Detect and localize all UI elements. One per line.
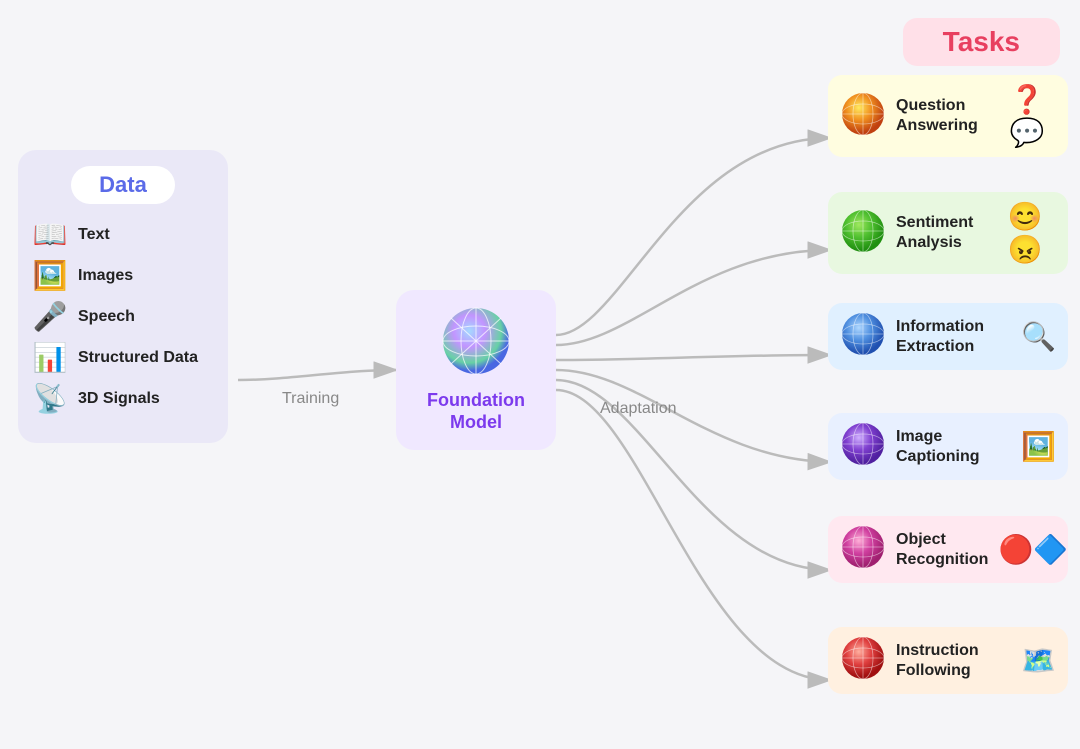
if-label: Instruction Following <box>896 641 1011 681</box>
if-emoji: 🗺️ <box>1021 644 1056 677</box>
sa-emoji: 😊😠 <box>1008 200 1056 266</box>
ie-orb <box>840 311 886 362</box>
training-label: Training <box>282 390 339 408</box>
foundation-model-label: FoundationModel <box>427 390 525 433</box>
sa-orb <box>840 208 886 259</box>
ic-orb <box>840 421 886 472</box>
sa-label: Sentiment Analysis <box>896 213 998 253</box>
ie-label: Information Extraction <box>896 317 1011 357</box>
or-emoji: 🔴🔷 <box>998 533 1068 566</box>
data-item-structured: 📊 Structured Data <box>30 341 216 374</box>
structured-icon: 📊 <box>30 341 70 374</box>
task-card-qa: Question Answering ❓💬 <box>828 75 1068 157</box>
task-card-ic: Image Captioning 🖼️ <box>828 413 1068 480</box>
or-label: Object Recognition <box>896 530 988 570</box>
data-title-box: Data <box>71 166 175 204</box>
task-card-if: Instruction Following 🗺️ <box>828 627 1068 694</box>
data-item-text-label: Text <box>78 226 110 244</box>
data-item-3d: 📡 3D Signals <box>30 382 216 415</box>
ic-emoji: 🖼️ <box>1021 430 1056 463</box>
qa-orb <box>840 91 886 142</box>
foundation-model-orb <box>441 306 511 384</box>
task-card-or: Object Recognition 🔴🔷 <box>828 516 1068 583</box>
data-title: Data <box>99 172 147 197</box>
images-icon: 🖼️ <box>30 259 70 292</box>
data-item-images-label: Images <box>78 267 133 285</box>
text-icon: 📖 <box>30 218 70 251</box>
or-orb <box>840 524 886 575</box>
data-item-3d-label: 3D Signals <box>78 390 160 408</box>
ic-label: Image Captioning <box>896 427 1011 467</box>
data-item-structured-label: Structured Data <box>78 349 198 367</box>
data-item-speech-label: Speech <box>78 308 135 326</box>
qa-emoji: ❓💬 <box>1009 83 1056 149</box>
tasks-title-box: Tasks <box>903 18 1060 66</box>
tasks-title: Tasks <box>943 26 1020 57</box>
speech-icon: 🎤 <box>30 300 70 333</box>
qa-label: Question Answering <box>896 96 999 136</box>
task-card-ie: Information Extraction 🔍 <box>828 303 1068 370</box>
3d-icon: 📡 <box>30 382 70 415</box>
adaptation-label: Adaptation <box>600 400 677 418</box>
ie-emoji: 🔍 <box>1021 320 1056 353</box>
task-card-sa: Sentiment Analysis 😊😠 <box>828 192 1068 274</box>
data-item-text: 📖 Text <box>30 218 216 251</box>
data-item-speech: 🎤 Speech <box>30 300 216 333</box>
data-panel: Data 📖 Text 🖼️ Images 🎤 Speech 📊 Structu… <box>18 150 228 443</box>
if-orb <box>840 635 886 686</box>
foundation-model-box: FoundationModel <box>396 290 556 450</box>
data-item-images: 🖼️ Images <box>30 259 216 292</box>
